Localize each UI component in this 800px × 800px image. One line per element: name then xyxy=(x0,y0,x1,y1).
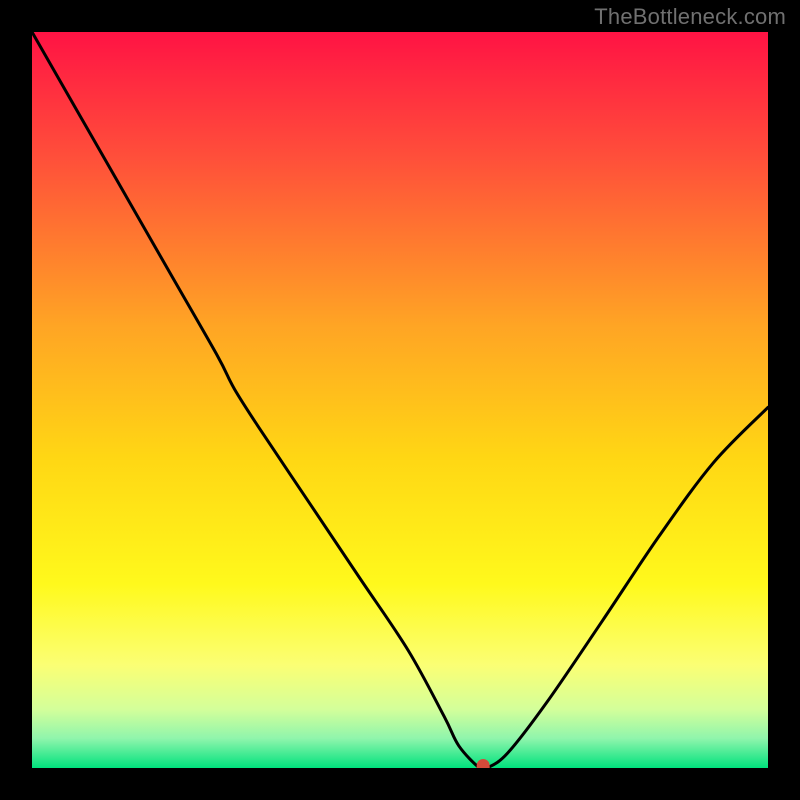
gradient-background xyxy=(32,32,768,768)
watermark-text: TheBottleneck.com xyxy=(594,4,786,30)
chart-svg xyxy=(32,32,768,768)
chart-container: TheBottleneck.com xyxy=(0,0,800,800)
plot-area xyxy=(32,32,768,768)
